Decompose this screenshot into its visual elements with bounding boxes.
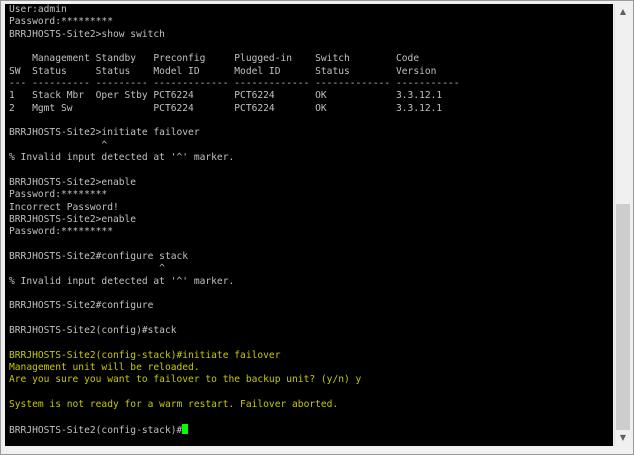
- terminal-line-text: SW Status Status Model ID Model ID Statu…: [9, 65, 437, 77]
- terminal-line: SW Status Status Model ID Model ID Statu…: [9, 66, 460, 78]
- terminal-line: BRRJHOSTS-Site2>enable: [9, 214, 460, 226]
- terminal-line: Password:*********: [9, 16, 460, 28]
- terminal-line-text: BRRJHOSTS-Site2>enable: [9, 176, 137, 188]
- terminal-line: Incorrect Password!: [9, 202, 460, 214]
- terminal-line-text: % Invalid input detected at '^' marker.: [9, 152, 235, 164]
- terminal-line: System is not ready for a warm restart. …: [9, 399, 460, 411]
- terminal-line: User:admin: [9, 4, 460, 16]
- scroll-down-button[interactable]: ▼: [615, 430, 631, 446]
- terminal-line-text: BRRJHOSTS-Site2(config-stack)#initiate f…: [9, 349, 281, 361]
- terminal-line-text: --- ---------- --------- ------------- -…: [9, 78, 460, 90]
- terminal-line-text: Management Standby Preconfig Plugged-in …: [9, 53, 420, 65]
- terminal-line-text: BRRJHOSTS-Site2(config-stack)#: [9, 424, 183, 436]
- terminal-line-text: 1 Stack Mbr Oper Stby PCT6224 PCT6224 OK…: [9, 90, 443, 102]
- terminal-line: Management unit will be reloaded.: [9, 362, 460, 374]
- terminal-line-text: ^: [9, 263, 165, 275]
- terminal-line: Password:********: [9, 189, 460, 201]
- terminal-line-text: Management unit will be reloaded.: [9, 361, 200, 373]
- terminal-line-text: BRRJHOSTS-Site2#configure stack: [9, 250, 189, 262]
- terminal-line-text: BRRJHOSTS-Site2>initiate failover: [9, 127, 200, 139]
- terminal-line: 2 Mgmt Sw PCT6224 PCT6224 OK 3.3.12.1: [9, 103, 460, 115]
- terminal-line-text: % Invalid input detected at '^' marker.: [9, 275, 235, 287]
- terminal-line: % Invalid input detected at '^' marker.: [9, 276, 460, 288]
- terminal-line-text: Password:*********: [9, 226, 113, 238]
- terminal-line-text: User:admin: [9, 4, 67, 15]
- arrow-up-icon: ▲: [619, 7, 627, 16]
- terminal-line-text: 2 Mgmt Sw PCT6224 PCT6224 OK 3.3.12.1: [9, 102, 443, 114]
- terminal-line: Management Standby Preconfig Plugged-in …: [9, 53, 460, 65]
- terminal-window: User:admin Password:********* BRRJHOSTS-Si…: [0, 0, 634, 455]
- terminal-line: BRRJHOSTS-Site2(config-stack)#initiate f…: [9, 350, 460, 362]
- terminal-line-text: BRRJHOSTS-Site2(config)#stack: [9, 324, 177, 336]
- terminal-line: BRRJHOSTS-Site2>enable: [9, 177, 460, 189]
- terminal-line-text: ^: [9, 139, 108, 151]
- arrow-down-icon: ▼: [619, 433, 627, 442]
- terminal-line-text: Password:*********: [9, 16, 113, 28]
- terminal-line: BRRJHOSTS-Site2#configure stack: [9, 251, 460, 263]
- terminal-line: Password:*********: [9, 226, 460, 238]
- terminal-line: BRRJHOSTS-Site2(config-stack)#: [9, 423, 460, 436]
- terminal-line: BRRJHOSTS-Site2#configure: [9, 300, 460, 312]
- scroll-up-button[interactable]: ▲: [615, 4, 631, 20]
- terminal-line: ^: [9, 263, 460, 275]
- terminal-line: ^: [9, 140, 460, 152]
- scrollbar-track[interactable]: [615, 20, 631, 430]
- terminal-line: BRRJHOSTS-Site2(config)#stack: [9, 325, 460, 337]
- terminal-line-text: BRRJHOSTS-Site2>show switch: [9, 28, 165, 40]
- terminal-line: 1 Stack Mbr Oper Stby PCT6224 PCT6224 OK…: [9, 90, 460, 102]
- terminal-line-text: Incorrect Password!: [9, 201, 119, 213]
- terminal-output: User:admin Password:********* BRRJHOSTS-Si…: [9, 4, 460, 436]
- terminal-screen[interactable]: User:admin Password:********* BRRJHOSTS-Si…: [5, 4, 613, 446]
- vertical-scrollbar[interactable]: ▲ ▼: [614, 4, 631, 446]
- terminal-line-text: BRRJHOSTS-Site2#configure: [9, 300, 154, 312]
- terminal-line: BRRJHOSTS-Site2>show switch: [9, 29, 460, 41]
- terminal-line-text: Password:********: [9, 189, 108, 201]
- terminal-line-text: Are you sure you want to failover to the…: [9, 374, 362, 386]
- terminal-line: % Invalid input detected at '^' marker.: [9, 152, 460, 164]
- text-cursor: [182, 423, 189, 434]
- terminal-line: --- ---------- --------- ------------- -…: [9, 78, 460, 90]
- terminal-line: BRRJHOSTS-Site2>initiate failover: [9, 127, 460, 139]
- terminal-line: Are you sure you want to failover to the…: [9, 374, 460, 386]
- scrollbar-thumb[interactable]: [616, 204, 630, 430]
- terminal-line-text: BRRJHOSTS-Site2>enable: [9, 213, 137, 225]
- terminal-line-text: System is not ready for a warm restart. …: [9, 399, 339, 410]
